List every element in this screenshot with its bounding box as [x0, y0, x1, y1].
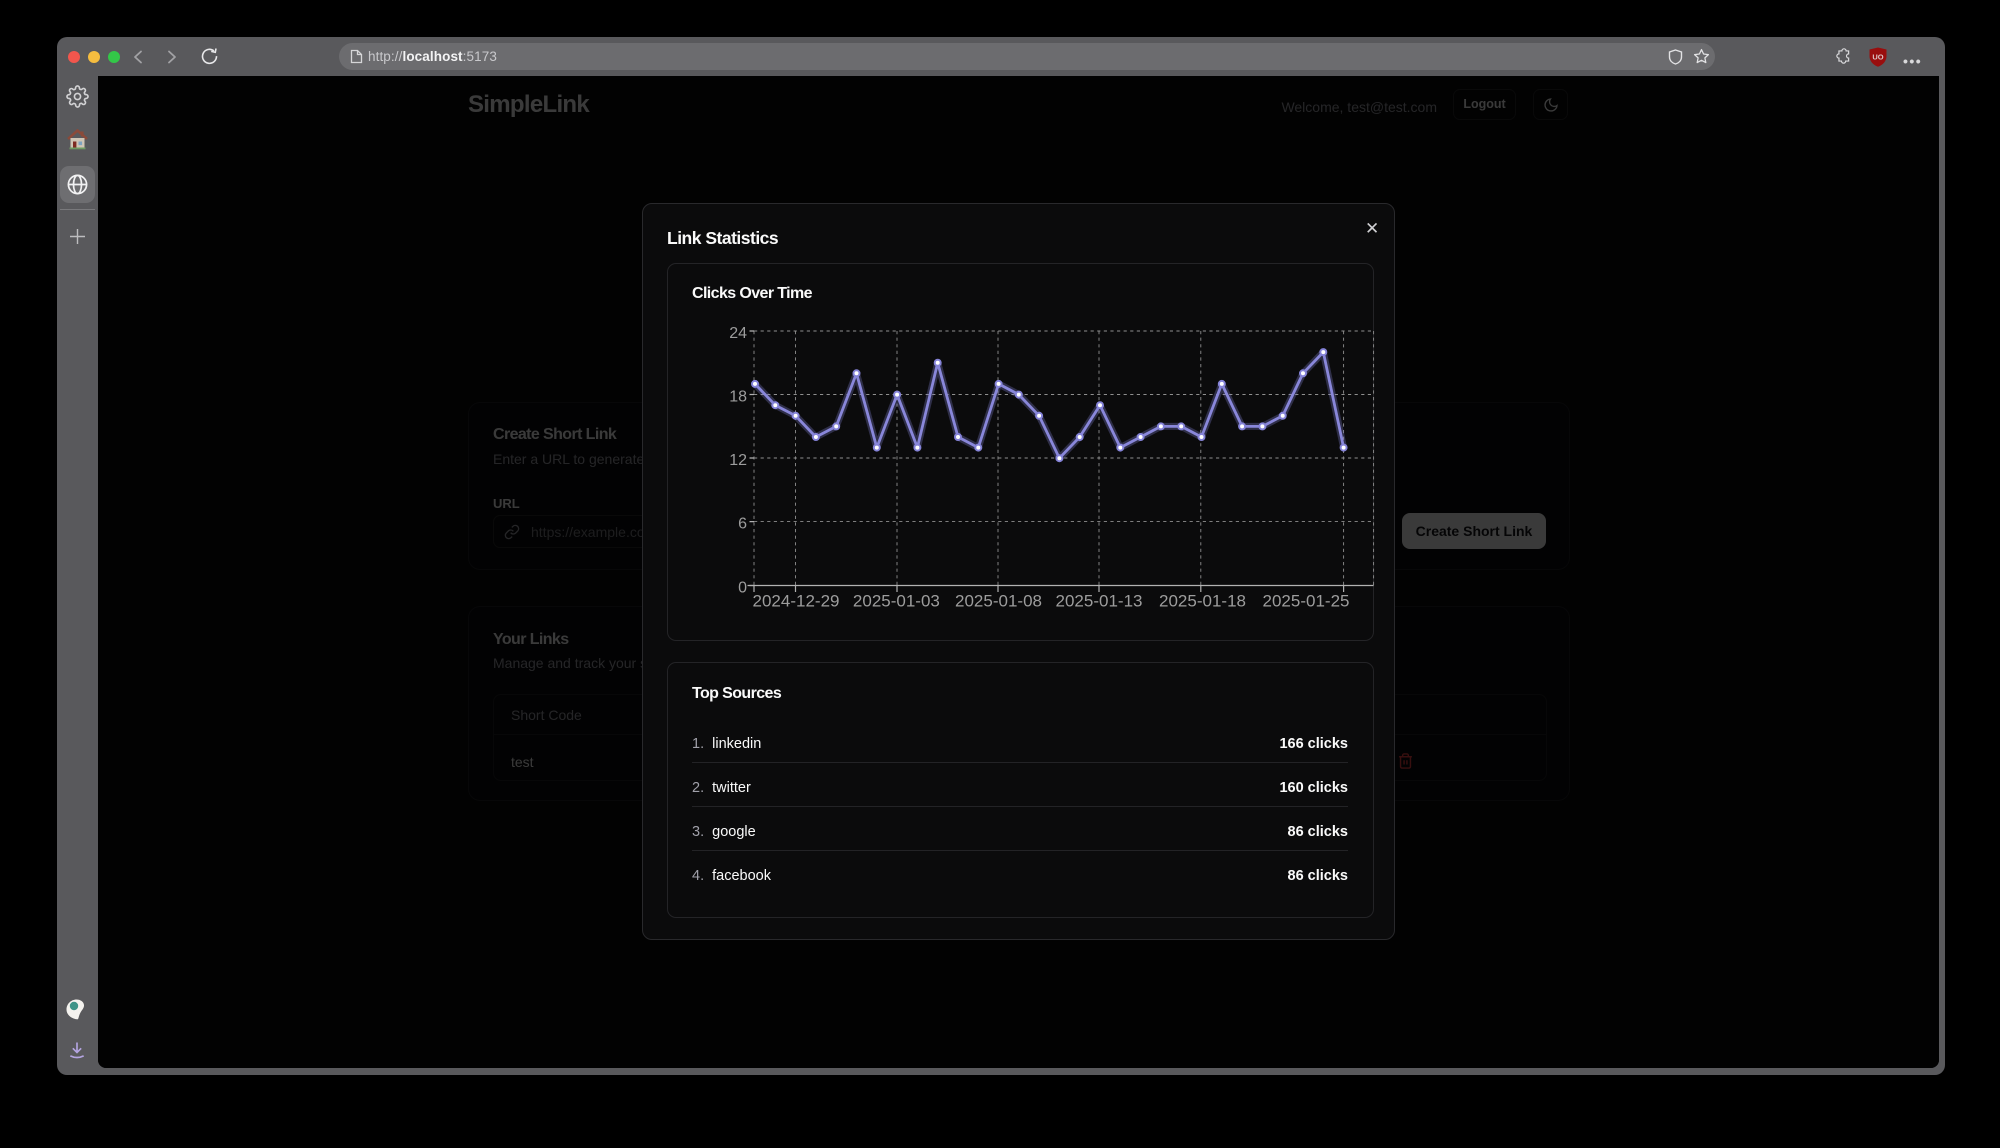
svg-text:2025-01-13: 2025-01-13: [1056, 592, 1143, 611]
svg-text:2024-12-29: 2024-12-29: [753, 592, 840, 611]
svg-text:24: 24: [729, 325, 747, 342]
svg-text:UO: UO: [1872, 53, 1883, 62]
svg-text:2025-01-18: 2025-01-18: [1159, 592, 1246, 611]
svg-text:0: 0: [738, 580, 747, 597]
svg-text:18: 18: [729, 389, 747, 406]
svg-text:12: 12: [729, 452, 747, 469]
svg-text:6: 6: [738, 516, 747, 533]
svg-text:2025-01-25: 2025-01-25: [1263, 592, 1350, 611]
svg-text:2025-01-08: 2025-01-08: [955, 592, 1042, 611]
svg-text:2025-01-03: 2025-01-03: [853, 592, 940, 611]
